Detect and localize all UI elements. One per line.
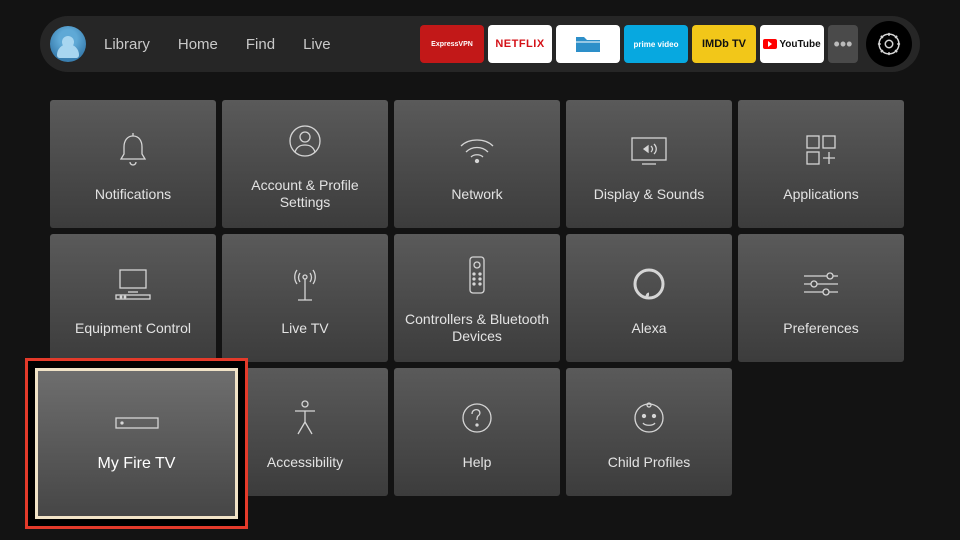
app-netflix[interactable]: NETFLIX — [488, 25, 552, 63]
tile-child-profiles[interactable]: Child Profiles — [566, 368, 732, 496]
wifi-icon — [457, 128, 497, 172]
youtube-icon — [763, 39, 777, 49]
nav-live[interactable]: Live — [303, 36, 331, 53]
top-nav-bar: Library Home Find Live ExpressVPN NETFLI… — [40, 16, 920, 72]
tile-label: Controllers & Bluetooth Devices — [402, 311, 552, 345]
tile-label: Alexa — [631, 320, 666, 337]
gear-icon — [875, 30, 903, 58]
tile-label: Preferences — [783, 320, 858, 337]
display-icon — [628, 128, 670, 172]
app-imdb-tv[interactable]: IMDb TV — [692, 25, 756, 63]
more-apps-button[interactable]: ••• — [828, 25, 858, 63]
app-es-file-explorer[interactable] — [556, 25, 620, 63]
tile-label: Display & Sounds — [594, 186, 705, 203]
help-icon — [459, 396, 495, 440]
profile-icon — [287, 119, 323, 163]
focus-highlight: My Fire TV — [25, 358, 248, 529]
nav-links: Library Home Find Live — [104, 36, 331, 53]
accessibility-icon — [289, 396, 321, 440]
settings-button[interactable] — [866, 21, 912, 67]
alexa-icon — [631, 262, 667, 306]
nav-find[interactable]: Find — [246, 36, 275, 53]
tile-label: Equipment Control — [75, 320, 191, 337]
tile-my-fire-tv[interactable]: My Fire TV — [35, 368, 238, 519]
tile-equipment-control[interactable]: Equipment Control — [50, 234, 216, 362]
tile-label: Help — [463, 454, 492, 471]
equipment-icon — [112, 262, 154, 306]
tile-alexa[interactable]: Alexa — [566, 234, 732, 362]
profile-avatar[interactable] — [50, 26, 86, 62]
antenna-icon — [288, 262, 322, 306]
app-expressvpn[interactable]: ExpressVPN — [420, 25, 484, 63]
remote-icon — [467, 253, 487, 297]
tile-label: Live TV — [281, 320, 328, 337]
sliders-icon — [800, 262, 842, 306]
tile-account-profile[interactable]: Account & Profile Settings — [222, 100, 388, 228]
tile-label: Accessibility — [267, 454, 343, 471]
bell-icon — [116, 128, 150, 172]
tile-label: Applications — [783, 186, 859, 203]
firetv-icon — [112, 414, 162, 437]
tile-label: My Fire TV — [98, 455, 176, 473]
app-shortcuts: ExpressVPN NETFLIX prime video IMDb TV Y… — [420, 21, 912, 67]
child-icon — [630, 396, 668, 440]
tile-controllers-bluetooth[interactable]: Controllers & Bluetooth Devices — [394, 234, 560, 362]
folder-icon — [573, 33, 603, 55]
tile-label: Account & Profile Settings — [230, 177, 380, 211]
app-prime-video[interactable]: prime video — [624, 25, 688, 63]
nav-library[interactable]: Library — [104, 36, 150, 53]
tile-display-sounds[interactable]: Display & Sounds — [566, 100, 732, 228]
tile-notifications[interactable]: Notifications — [50, 100, 216, 228]
app-youtube[interactable]: YouTube — [760, 25, 824, 63]
tile-label: Network — [451, 186, 502, 203]
tile-network[interactable]: Network — [394, 100, 560, 228]
tile-preferences[interactable]: Preferences — [738, 234, 904, 362]
tile-label: Notifications — [95, 186, 171, 203]
tile-applications[interactable]: Applications — [738, 100, 904, 228]
apps-icon — [803, 128, 839, 172]
tile-help[interactable]: Help — [394, 368, 560, 496]
youtube-label: YouTube — [779, 39, 820, 50]
nav-home[interactable]: Home — [178, 36, 218, 53]
tile-live-tv[interactable]: Live TV — [222, 234, 388, 362]
tile-label: Child Profiles — [608, 454, 690, 471]
